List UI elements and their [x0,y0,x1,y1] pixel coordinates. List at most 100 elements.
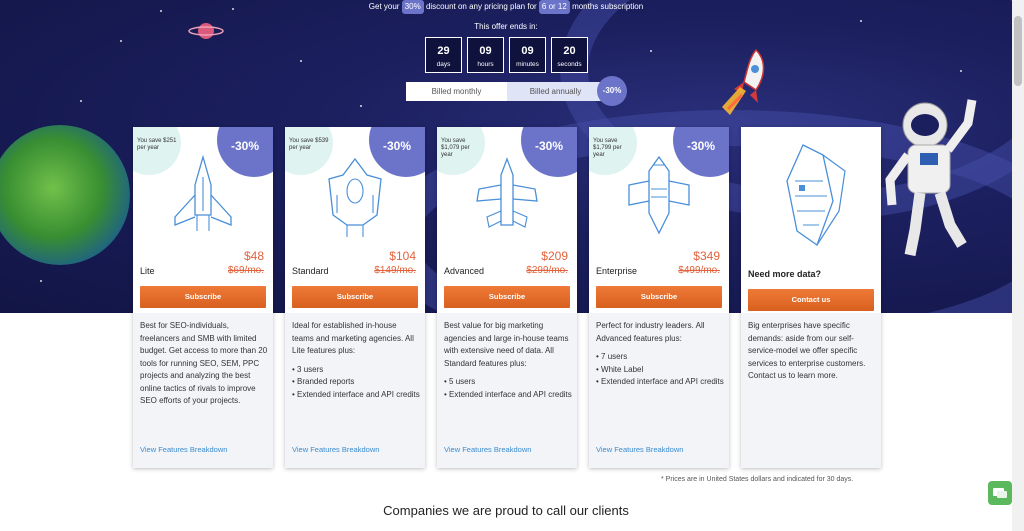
plan-price: $48 [243,249,264,263]
mothership-icon [786,144,846,247]
pricing-footnote: * Prices are in United States dollars an… [661,476,854,483]
plan-description-text: Big enterprises have specific demands: a… [748,321,866,380]
star [960,70,962,72]
countdown-label: hours [477,61,494,68]
chat-widget-button[interactable] [988,481,1012,505]
clients-heading: Companies we are proud to call our clien… [383,503,629,518]
plan-description: Perfect for industry leaders. All Advanc… [596,320,724,389]
plan-name: Lite [140,266,155,276]
countdown-value: 09 [521,45,534,57]
countdown-value: 09 [479,45,492,57]
spaceship-enterprise-icon [628,155,690,235]
promo-banner: Get your 30% discount on any pricing pla… [0,0,1012,14]
promo-period-badge: 6 or 12 [538,0,570,14]
scrollbar[interactable] [1012,0,1024,531]
plan-description: Ideal for established in-house teams and… [292,320,420,401]
plan-name: Standard [292,266,329,276]
plan-card-advanced: You save $1,079 per year -30% $209 Advan… [437,127,577,468]
spaceship-standard-icon [328,157,382,237]
discount-text: -30% [687,139,716,153]
plan-card-lite: You save $251 per year -30% $48 Lite $69… [133,127,273,468]
countdown-minutes: 09 minutes [509,37,546,73]
savings-text: You save $251 per year [137,138,177,151]
view-features-link[interactable]: View Features Breakdown [140,445,227,454]
chat-icon [993,488,1007,498]
plan-description: Big enterprises have specific demands: a… [748,320,876,383]
plan-card-header: You save $251 per year -30% $48 Lite $69… [133,127,273,313]
plan-feature-list: 3 users Branded reports Extended interfa… [292,364,420,402]
view-features-link[interactable]: View Features Breakdown [292,445,379,454]
subscribe-button[interactable]: Subscribe [140,286,266,308]
plan-old-price: $69/mo. [227,265,264,276]
savings-text: You save $539 per year [289,138,329,151]
subscribe-button[interactable]: Subscribe [596,286,722,308]
promo-suffix: months subscription [572,2,644,11]
countdown-seconds: 20 seconds [551,37,588,73]
plan-feature-list: 7 users White Label Extended interface a… [596,351,724,389]
star [300,60,302,62]
countdown-label: minutes [516,61,539,68]
plan-old-price: $499/mo. [678,265,720,276]
plan-price: $104 [389,249,416,263]
star [360,105,362,107]
plan-feature: 7 users [596,351,724,364]
plan-description-text: Perfect for industry leaders. All Advanc… [596,321,705,343]
plan-feature: Extended interface and API credits [444,389,572,402]
promo-prefix: Get your [368,2,400,11]
billing-discount-badge: -30% [597,76,627,106]
contact-us-button[interactable]: Contact us [748,289,874,311]
billed-annually-option[interactable]: Billed annually [507,82,604,101]
plan-feature-list: 5 users Extended interface and API credi… [444,376,572,401]
custom-plan-title: Need more data? [748,269,822,279]
promo-middle: discount on any pricing plan for [425,2,537,11]
plan-description-text: Best value for big marketing agencies an… [444,321,569,368]
billed-monthly-option[interactable]: Billed monthly [406,82,507,101]
discount-text: -30% [231,139,260,153]
plan-description-text: Ideal for established in-house teams and… [292,321,414,355]
spaceship-lite-icon [174,155,232,231]
rocket-icon [722,48,765,115]
countdown-title: This offer ends in: [474,22,538,31]
plan-price: $349 [693,249,720,263]
countdown-timer: 29 days 09 hours 09 minutes 20 seconds [425,37,588,73]
subscribe-button[interactable]: Subscribe [292,286,418,308]
plan-feature: 5 users [444,376,572,389]
plan-feature: White Label [596,364,724,377]
plan-description-text: Best for SEO-individuals, freelancers an… [140,321,268,405]
earth-illustration [0,125,130,265]
star [120,40,122,42]
plan-card-header: You save $539 per year -30% $104 Standar… [285,127,425,313]
star [650,50,652,52]
plan-description: Best for SEO-individuals, freelancers an… [140,320,268,408]
spaceship-advanced-icon [476,157,538,228]
subscribe-button[interactable]: Subscribe [444,286,570,308]
plan-feature: 3 users [292,364,420,377]
countdown-value: 20 [563,45,576,57]
plan-name: Advanced [444,266,485,276]
star [40,280,42,282]
countdown-label: days [436,61,451,68]
star [80,100,82,102]
countdown-hours: 09 hours [467,37,504,73]
plan-card-header: Need more data? Contact us [741,127,881,313]
plan-feature: Extended interface and API credits [596,376,724,389]
plan-description: Best value for big marketing agencies an… [444,320,572,401]
plan-card-standard: You save $539 per year -30% $104 Standar… [285,127,425,468]
plan-card-enterprise: You save $1,799 per year -30% $349 Enter… [589,127,729,468]
discount-text: -30% [383,139,412,153]
countdown-value: 29 [437,45,450,57]
plan-card-header: You save $1,799 per year -30% $349 Enter… [589,127,729,313]
countdown-days: 29 days [425,37,462,73]
plan-feature: Branded reports [292,376,420,389]
promo-discount-badge: 30% [401,0,424,14]
billing-toggle[interactable]: Billed monthly Billed annually [406,82,604,101]
countdown-label: seconds [557,61,582,68]
plan-card-header: You save $1,079 per year -30% $209 Advan… [437,127,577,313]
plan-card-custom: Need more data? Contact us Big enterpris… [741,127,881,468]
scrollbar-thumb[interactable] [1014,16,1022,86]
plan-old-price: $149/mo. [374,265,416,276]
plan-feature: Extended interface and API credits [292,389,420,402]
view-features-link[interactable]: View Features Breakdown [596,445,683,454]
discount-text: -30% [535,139,564,153]
view-features-link[interactable]: View Features Breakdown [444,445,531,454]
